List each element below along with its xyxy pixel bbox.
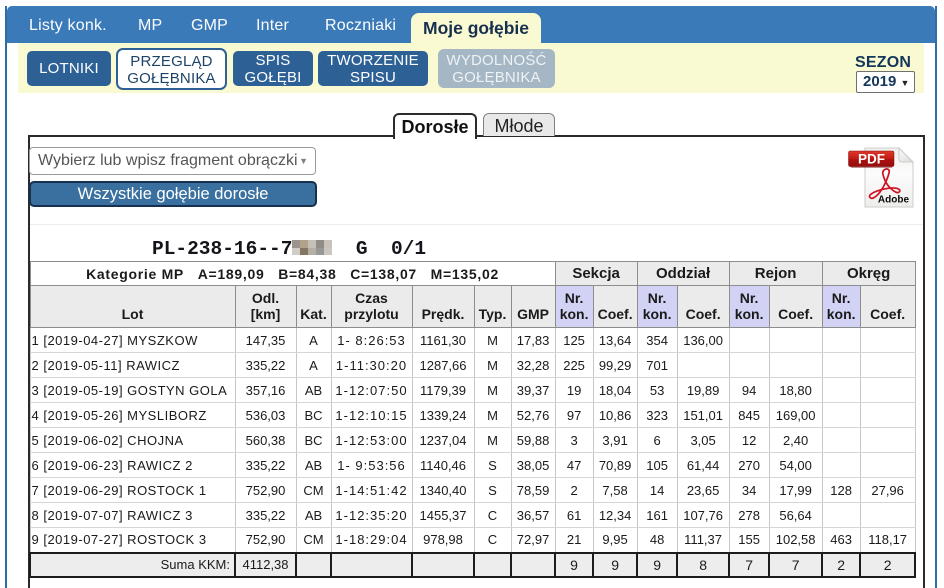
svg-text:PDF: PDF [858, 151, 885, 166]
svg-text:Adobe: Adobe [878, 195, 910, 206]
